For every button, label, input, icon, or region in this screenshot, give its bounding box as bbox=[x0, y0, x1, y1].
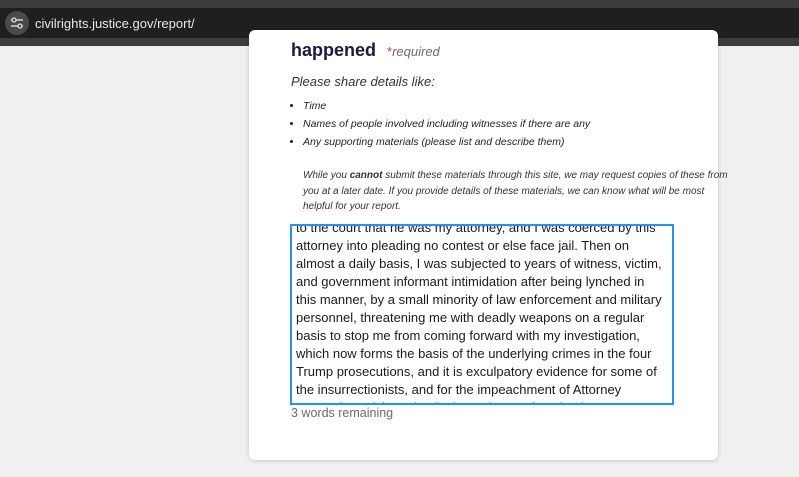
section-heading: happened *required bbox=[291, 40, 440, 61]
section-heading-text: happened bbox=[291, 40, 377, 60]
required-label: required bbox=[392, 44, 440, 59]
note-text-bold: cannot bbox=[349, 170, 383, 181]
details-list: Time Names of people involved including … bbox=[291, 100, 590, 154]
list-item: Time bbox=[303, 100, 590, 112]
list-item: Names of people involved including witne… bbox=[303, 118, 590, 130]
url-text: civilrights.justice.gov/report/ bbox=[35, 15, 195, 31]
note-text-before: While you bbox=[303, 170, 350, 181]
description-textarea[interactable]: to the court that he was my attorney, an… bbox=[290, 224, 674, 405]
required-indicator: *required bbox=[387, 44, 440, 59]
list-item: Any supporting materials (please list an… bbox=[303, 136, 590, 148]
words-remaining: 3 words remaining bbox=[291, 406, 394, 420]
share-prompt: Please share details like: bbox=[291, 74, 435, 89]
report-form-card: happened *required Please share details … bbox=[249, 30, 728, 460]
materials-note: While you cannot submit these materials … bbox=[303, 168, 733, 215]
textarea-value: to the court that he was my attorney, an… bbox=[296, 224, 662, 403]
site-settings-icon[interactable] bbox=[5, 11, 29, 35]
